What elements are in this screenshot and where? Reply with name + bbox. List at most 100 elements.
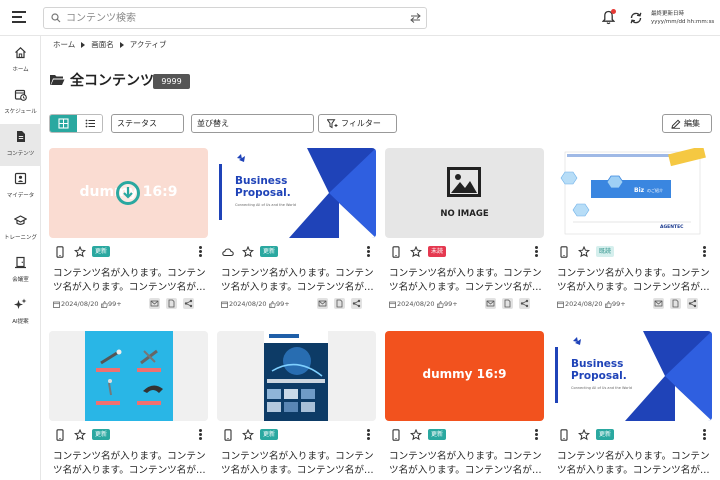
sidebar-item-mydata[interactable]: マイデータ	[0, 166, 41, 208]
brochure-image	[217, 331, 376, 421]
status-tag: 既読	[596, 246, 615, 257]
menu-icon[interactable]	[12, 11, 26, 23]
mail-icon[interactable]	[317, 298, 328, 309]
share-icon[interactable]	[351, 298, 362, 309]
card-meta-row: 既読	[553, 245, 712, 259]
star-icon[interactable]	[242, 429, 254, 441]
more-options-icon[interactable]	[703, 429, 707, 441]
thumbnail-image[interactable]	[217, 331, 376, 421]
thumbnail-image[interactable]: dummy 16:9	[385, 331, 544, 421]
no-image-label: NO IMAGE	[440, 209, 489, 219]
search-icon	[51, 13, 61, 23]
card-title[interactable]: コンテンツ名が入ります。コンテン ツ名が入ります。コンテンツ名が…	[221, 450, 379, 478]
thumbnail-dummy-label: dummy 16:9	[422, 367, 507, 381]
folder-open-icon	[50, 75, 65, 85]
share-icon[interactable]	[519, 298, 530, 309]
star-icon[interactable]	[578, 429, 590, 441]
refresh-button[interactable]	[629, 10, 643, 29]
card-title[interactable]: コンテンツ名が入ります。コンテン ツ名が入ります。コンテンツ名が…	[557, 450, 715, 478]
more-options-icon[interactable]	[535, 246, 539, 258]
card-title[interactable]: コンテンツ名が入ります。コンテン ツ名が入ります。コンテンツ名が…	[221, 267, 379, 295]
list-view-button[interactable]	[77, 115, 102, 132]
notification-bell[interactable]	[601, 9, 616, 29]
more-options-icon[interactable]	[199, 246, 203, 258]
card-meta-row: 更新	[385, 428, 544, 442]
sidebar-item-contents[interactable]: コンテンツ	[0, 124, 41, 166]
refresh-icon	[630, 12, 642, 24]
star-icon[interactable]	[410, 246, 422, 258]
file-icon[interactable]	[166, 298, 177, 309]
card-meta-row: 更新	[49, 428, 208, 442]
file-icon[interactable]	[334, 298, 345, 309]
thumbnail-image[interactable]: Business Proposal. Connecting All of Us …	[553, 331, 712, 421]
card-info-row: 2024/08/20 99+	[53, 298, 208, 310]
more-options-icon[interactable]	[703, 246, 707, 258]
card-likes: 99+	[276, 300, 290, 308]
star-icon[interactable]	[410, 429, 422, 441]
breadcrumb-screen[interactable]: 画面名	[91, 39, 114, 50]
sidebar-item-meeting-room[interactable]: 会議室	[0, 250, 41, 292]
card-date: 2024/08/20	[229, 300, 267, 308]
thumbnail-image[interactable]: Business Proposal. Connecting All of Us …	[217, 148, 376, 238]
filter-button[interactable]: フィルター	[318, 114, 397, 133]
search-options-icon[interactable]	[410, 13, 421, 23]
tools-illustration	[49, 331, 208, 421]
breadcrumb-home[interactable]: ホーム	[53, 39, 75, 50]
sidebar-item-home[interactable]: ホーム	[0, 40, 41, 82]
card-meta-row: 更新	[553, 428, 712, 442]
star-icon[interactable]	[578, 246, 590, 258]
thumbnail-image[interactable]	[49, 331, 208, 421]
card-title[interactable]: コンテンツ名が入ります。コンテン ツ名が入ります。コンテンツ名が…	[389, 450, 547, 478]
folder-user-icon	[14, 172, 27, 185]
top-bar: 最終更新日時 yyyy/mm/dd hh:mm:ss	[0, 0, 720, 36]
sidebar-item-label: ホーム	[12, 67, 29, 73]
card-title[interactable]: コンテンツ名が入ります。コンテン ツ名が入ります。コンテンツ名が…	[53, 267, 211, 295]
thumbnail-agentec: AGENTEC	[660, 225, 684, 230]
edit-button[interactable]: 編集	[662, 114, 712, 133]
mail-icon[interactable]	[149, 298, 160, 309]
sidebar-item-schedule[interactable]: スケジュール	[0, 82, 41, 124]
status-dropdown[interactable]: ステータス	[111, 114, 184, 133]
star-icon[interactable]	[74, 429, 86, 441]
card-likes: 99+	[444, 300, 458, 308]
file-icon[interactable]	[670, 298, 681, 309]
more-options-icon[interactable]	[199, 429, 203, 441]
chevron-right-icon	[81, 41, 86, 48]
status-tag: 更新	[260, 246, 279, 257]
smartphone-icon	[224, 429, 232, 441]
star-icon[interactable]	[242, 246, 254, 258]
thumbs-up-icon	[269, 301, 276, 308]
card-title[interactable]: コンテンツ名が入ります。コンテン ツ名が入ります。コンテンツ名が…	[557, 267, 715, 295]
sidebar-item-training[interactable]: トレーニング	[0, 208, 41, 250]
smartphone-icon	[560, 429, 568, 441]
thumbnail-title: Business Proposal.	[235, 175, 291, 199]
card-date: 2024/08/20	[397, 300, 435, 308]
smartphone-icon	[56, 246, 64, 258]
view-toggle	[49, 114, 103, 133]
more-options-icon[interactable]	[535, 429, 539, 441]
thumbnail-image[interactable]: NO IMAGE	[385, 148, 544, 238]
star-icon[interactable]	[74, 246, 86, 258]
sidebar-item-ai-suggestions[interactable]: AI提案	[0, 292, 41, 334]
more-options-icon[interactable]	[367, 246, 371, 258]
smartphone-icon	[392, 246, 400, 258]
thumbnail-image[interactable]: dummy 16:9	[49, 148, 208, 238]
more-options-icon[interactable]	[367, 429, 371, 441]
thumbnail-biz-sub: のご紹介	[647, 188, 663, 193]
search-input[interactable]	[66, 10, 396, 26]
mail-icon[interactable]	[653, 298, 664, 309]
share-icon[interactable]	[183, 298, 194, 309]
card-title[interactable]: コンテンツ名が入ります。コンテン ツ名が入ります。コンテンツ名が…	[389, 267, 547, 295]
sort-dropdown[interactable]: 並び替え	[191, 114, 314, 133]
share-icon[interactable]	[687, 298, 698, 309]
card-info-row: 2024/08/20 99+	[221, 298, 376, 310]
card-info-row: 2024/08/20 99+	[389, 298, 544, 310]
thumbnail-image[interactable]: Biz のご紹介 AGENTEC	[553, 148, 712, 238]
sidebar-item-label: トレーニング	[3, 235, 37, 241]
content-count-badge: 9999	[153, 74, 190, 89]
card-title[interactable]: コンテンツ名が入ります。コンテン ツ名が入ります。コンテンツ名が…	[53, 450, 211, 478]
mail-icon[interactable]	[485, 298, 496, 309]
file-icon[interactable]	[502, 298, 513, 309]
search-box[interactable]	[43, 7, 427, 29]
grid-view-button[interactable]	[50, 115, 77, 132]
